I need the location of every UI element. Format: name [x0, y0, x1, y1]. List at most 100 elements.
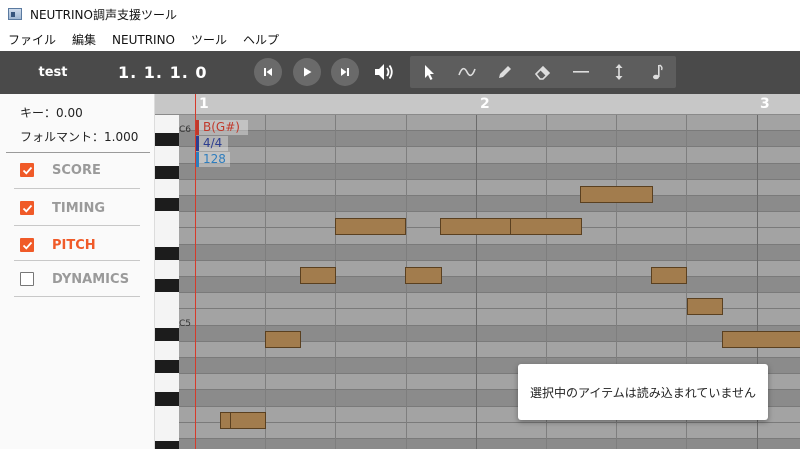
track-dynamics[interactable]: DYNAMICS [20, 269, 129, 289]
black-key[interactable] [155, 165, 179, 179]
bar-number: 2 [480, 96, 490, 112]
dynamics-checkbox[interactable] [20, 272, 34, 286]
track-divider [14, 188, 140, 189]
play-button[interactable] [293, 58, 321, 86]
note[interactable] [651, 267, 687, 284]
tool-curve[interactable] [448, 56, 486, 88]
toolbar: test 1. 1. 1. 0 [0, 51, 800, 94]
note[interactable] [300, 267, 336, 284]
track-divider [14, 296, 140, 297]
black-key[interactable] [155, 360, 179, 374]
note[interactable] [405, 267, 442, 284]
window-title: NEUTRINO調声支援ツール [30, 7, 177, 22]
tool-select[interactable] [410, 56, 448, 88]
beat-line [475, 115, 477, 449]
octave-label: C5 [179, 319, 192, 329]
pitch-label: PITCH [52, 237, 96, 253]
octave-label: C6 [179, 125, 192, 135]
skip-forward-icon [341, 68, 349, 76]
track-pitch[interactable]: PITCH [20, 235, 96, 255]
pitch-row [155, 260, 800, 277]
timing-checkbox[interactable] [20, 201, 34, 215]
dynamics-label: DYNAMICS [52, 271, 130, 287]
time-signature-marker[interactable]: 4/4 [196, 136, 228, 151]
check-icon [22, 166, 32, 175]
timeline-ruler[interactable]: 1 2 3 [155, 94, 800, 115]
timing-label: TIMING [52, 200, 106, 216]
black-key[interactable] [155, 133, 179, 147]
note[interactable] [230, 412, 266, 429]
vertical-arrows-icon [615, 64, 623, 80]
pitch-row [155, 325, 800, 342]
track-score[interactable]: SCORE [20, 160, 101, 180]
note[interactable] [265, 331, 301, 348]
black-key[interactable] [155, 441, 179, 449]
note-icon [653, 64, 663, 80]
track-divider [14, 260, 140, 261]
pitch-row [155, 341, 800, 358]
pitch-row [155, 115, 800, 132]
beat-line [265, 115, 267, 449]
pitch-row [155, 163, 800, 180]
tool-vertical-move[interactable] [600, 56, 638, 88]
pitch-row [155, 196, 800, 213]
curve-icon [458, 67, 476, 77]
menu-edit[interactable]: 編集 [64, 31, 104, 48]
track-timing[interactable]: TIMING [20, 198, 105, 218]
toast-message: 選択中のアイテムは読み込まれていません [529, 385, 757, 400]
tool-eraser[interactable] [524, 56, 562, 88]
note[interactable] [722, 331, 800, 348]
tool-line[interactable] [562, 56, 600, 88]
skip-back-button[interactable] [254, 58, 282, 86]
key-value: キー：0.00 [20, 106, 83, 120]
note[interactable] [510, 218, 582, 235]
note[interactable] [687, 298, 723, 315]
menu-bar: ファイル 編集 NEUTRINO ツール ヘルプ [0, 28, 800, 51]
eraser-icon [534, 65, 551, 80]
notification-toast: 選択中のアイテムは読み込まれていません [518, 364, 768, 420]
bar-number: 3 [760, 96, 770, 112]
panel-divider [6, 152, 150, 153]
menu-help[interactable]: ヘルプ [235, 31, 287, 48]
tool-pencil[interactable] [486, 56, 524, 88]
volume-icon[interactable] [373, 61, 395, 83]
note[interactable] [440, 218, 511, 235]
select-icon [425, 65, 434, 80]
track-divider [14, 225, 140, 226]
pitch-row [155, 179, 800, 196]
skip-back-icon [264, 68, 272, 76]
check-icon [22, 241, 32, 250]
black-key[interactable] [155, 246, 179, 260]
score-checkbox[interactable] [20, 163, 34, 177]
pencil-icon [499, 66, 511, 78]
pitch-row [155, 244, 800, 261]
tool-note[interactable] [638, 56, 676, 88]
note[interactable] [335, 218, 406, 235]
pitch-row [155, 147, 800, 164]
black-key[interactable] [155, 198, 179, 212]
skip-forward-button[interactable] [331, 58, 359, 86]
playhead[interactable] [195, 94, 196, 449]
playback-position: 1. 1. 1. 0 [118, 63, 208, 82]
pitch-checkbox[interactable] [20, 238, 34, 252]
bar-number: 1 [199, 96, 209, 112]
black-key[interactable] [155, 327, 179, 341]
pitch-row [155, 439, 800, 449]
menu-file[interactable]: ファイル [0, 31, 64, 48]
key-marker[interactable]: B(G#) [196, 120, 248, 135]
app-icon [8, 8, 22, 20]
parameter-panel: キー：0.00 フォルマント：1.000 SCORE TIMING PITCH … [0, 94, 155, 449]
pitch-row [155, 131, 800, 148]
check-icon [22, 204, 32, 213]
black-key[interactable] [155, 279, 179, 293]
song-title: test [38, 65, 68, 80]
tempo-marker[interactable]: 128 [196, 152, 230, 167]
menu-neutrino[interactable]: NEUTRINO [104, 33, 183, 47]
note[interactable] [580, 186, 653, 203]
line-icon [573, 71, 589, 73]
score-label: SCORE [52, 162, 101, 178]
black-key[interactable] [155, 392, 179, 406]
play-icon [304, 67, 312, 77]
menu-tools[interactable]: ツール [183, 31, 235, 48]
pitch-row [155, 277, 800, 294]
